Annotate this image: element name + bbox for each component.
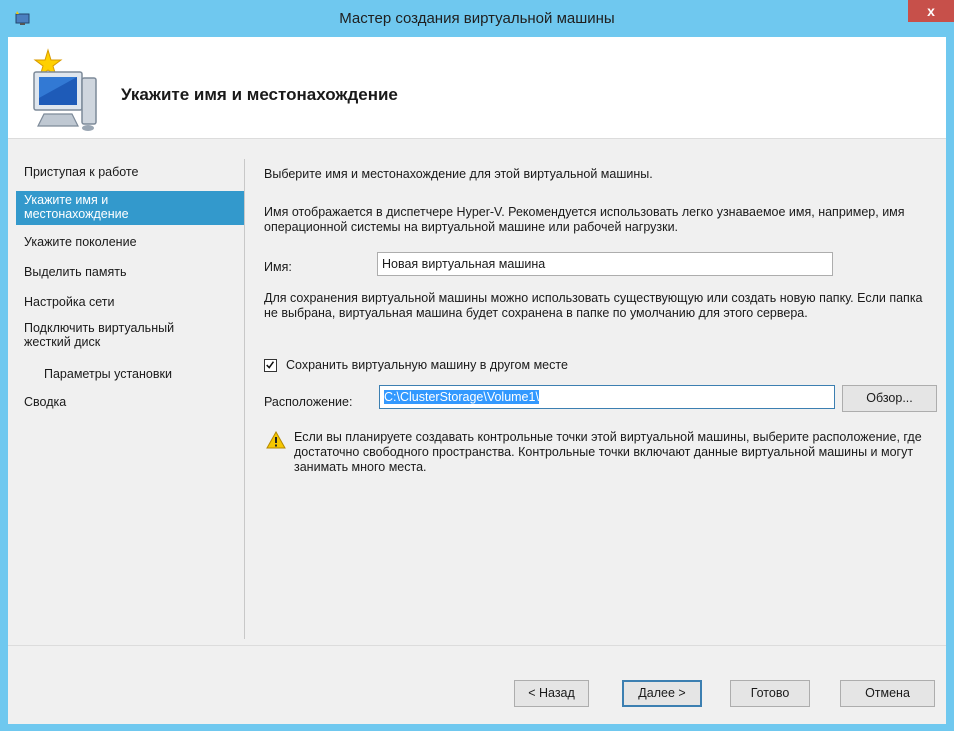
nav-step-summary[interactable]: Сводка xyxy=(24,395,244,409)
nav-step-name-location[interactable]: Укажите имя и местонахождение xyxy=(16,191,244,225)
window-title: Мастер создания виртуальной машины xyxy=(339,10,615,27)
nav-step-virtual-disk[interactable]: Подключить виртуальный жесткий диск xyxy=(24,321,244,349)
wizard-body: Приступая к работе Укажите имя и местона… xyxy=(8,139,946,645)
wizard-header: Укажите имя и местонахождение xyxy=(8,37,946,139)
intro-text: Выберите имя и местонахождение для этой … xyxy=(264,167,653,181)
page-title: Укажите имя и местонахождение xyxy=(121,85,398,104)
title-bar[interactable]: Мастер создания виртуальной машины x xyxy=(0,0,954,37)
location-label: Расположение: xyxy=(264,395,353,409)
browse-button[interactable]: Обзор... xyxy=(842,385,937,412)
location-input[interactable]: C:\ClusterStorage\Volume1\ xyxy=(379,385,835,409)
nav-step-getting-started[interactable]: Приступая к работе xyxy=(24,165,244,179)
store-elsewhere-label[interactable]: Сохранить виртуальную машину в другом ме… xyxy=(286,358,568,372)
close-button[interactable]: x xyxy=(908,0,954,22)
wizard-footer: < Назад Далее > Готово Отмена xyxy=(8,645,946,724)
back-button[interactable]: < Назад xyxy=(514,680,589,707)
nav-divider xyxy=(244,159,245,639)
next-button[interactable]: Далее > xyxy=(622,680,702,707)
nav-step-generation[interactable]: Укажите поколение xyxy=(24,235,244,249)
location-hint-text: Для сохранения виртуальной машины можно … xyxy=(264,291,923,320)
location-value: C:\ClusterStorage\Volume1\ xyxy=(384,390,539,404)
nav-step-network[interactable]: Настройка сети xyxy=(24,295,244,309)
wizard-window: Мастер создания виртуальной машины x Ука… xyxy=(0,0,954,731)
nav-step-memory[interactable]: Выделить память xyxy=(24,265,244,279)
cancel-button[interactable]: Отмена xyxy=(840,680,935,707)
wizard-client-area: Укажите имя и местонахождение Приступая … xyxy=(8,37,946,724)
wizard-steps-nav: Приступая к работе Укажите имя и местона… xyxy=(8,139,244,645)
nav-step-install-options[interactable]: Параметры установки xyxy=(44,367,264,381)
store-elsewhere-checkbox[interactable] xyxy=(264,359,277,372)
warning-icon xyxy=(266,431,286,449)
name-label: Имя: xyxy=(264,260,292,274)
finish-button[interactable]: Готово xyxy=(730,680,810,707)
checkmark-icon xyxy=(266,361,275,369)
name-hint-text: Имя отображается в диспетчере Hyper-V. Р… xyxy=(264,205,905,234)
step-content: Выберите имя и местонахождение для этой … xyxy=(264,139,937,645)
warning-text: Если вы планируете создавать контрольные… xyxy=(294,430,922,474)
name-input[interactable] xyxy=(377,252,833,276)
computer-wizard-icon xyxy=(33,48,97,131)
